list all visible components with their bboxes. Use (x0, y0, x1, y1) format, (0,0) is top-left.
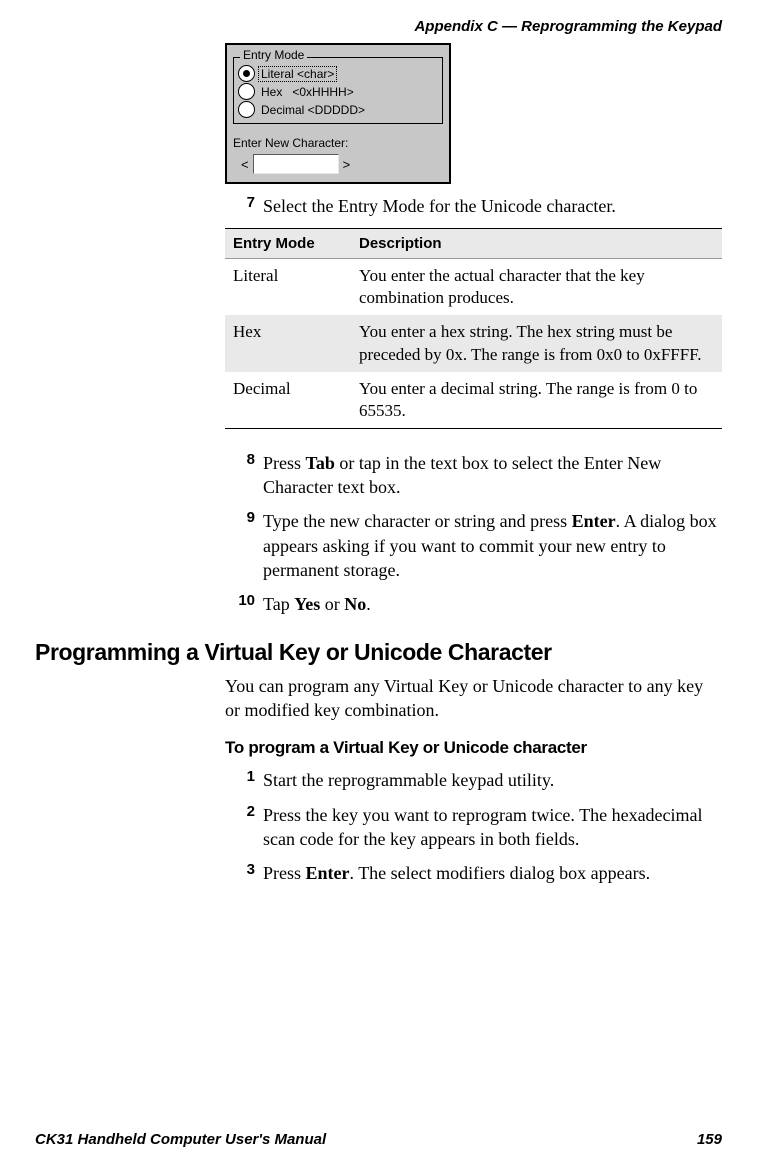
table-cell-mode: Hex (225, 315, 351, 371)
step-number: 3 (225, 861, 263, 885)
t: Press (263, 863, 306, 883)
table-cell-desc: You enter a hex string. The hex string m… (351, 315, 722, 371)
step-1: 1 Start the reprogrammable keypad utilit… (225, 768, 722, 792)
radio-literal-label: Literal <char> (259, 67, 336, 81)
step-text: Select the Entry Mode for the Unicode ch… (263, 194, 722, 218)
step-9: 9 Type the new character or string and p… (225, 509, 722, 582)
bold-yes: Yes (294, 594, 320, 614)
table-row: Decimal You enter a decimal string. The … (225, 372, 722, 429)
bold-no: No (344, 594, 366, 614)
bold-tab: Tab (306, 453, 335, 473)
char-input[interactable] (253, 154, 339, 174)
step-8: 8 Press Tab or tap in the text box to se… (225, 451, 722, 500)
t: Press (263, 453, 306, 473)
t: Type the new character or string and pre… (263, 511, 572, 531)
step-number: 9 (225, 509, 263, 582)
sub-heading: To program a Virtual Key or Unicode char… (225, 738, 722, 758)
footer-page-number: 159 (697, 1131, 722, 1148)
radio-literal-row[interactable]: Literal <char> (238, 65, 438, 82)
step-text: Tap Yes or No. (263, 592, 722, 616)
radio-hex-format: <0xHHHH> (292, 85, 353, 99)
step-text: Press the key you want to reprogram twic… (263, 803, 722, 852)
enter-new-label: Enter New Character: (233, 136, 443, 150)
step-text: Press Enter. The select modifiers dialog… (263, 861, 722, 885)
entry-mode-group: Entry Mode Literal <char> Hex <0xHHHH> D… (233, 57, 443, 124)
groupbox-legend: Entry Mode (240, 48, 307, 62)
radio-hex-row[interactable]: Hex <0xHHHH> (238, 83, 438, 100)
step-text: Press Tab or tap in the text box to sele… (263, 451, 722, 500)
radio-hex-label: Hex <0xHHHH> (259, 85, 356, 99)
t: Tap (263, 594, 294, 614)
page-footer: CK31 Handheld Computer User's Manual 159 (35, 1131, 722, 1148)
bold-enter: Enter (572, 511, 616, 531)
table-row: Literal You enter the actual character t… (225, 259, 722, 316)
step-number: 1 (225, 768, 263, 792)
step-text: Start the reprogrammable keypad utility. (263, 768, 722, 792)
table-cell-desc: You enter a decimal string. The range is… (351, 372, 722, 429)
lt-symbol: < (241, 157, 249, 172)
step-number: 10 (225, 592, 263, 616)
step-number: 2 (225, 803, 263, 852)
gt-symbol: > (343, 157, 351, 172)
radio-hex[interactable] (238, 83, 255, 100)
section-heading: Programming a Virtual Key or Unicode Cha… (35, 639, 722, 666)
radio-literal[interactable] (238, 65, 255, 82)
entry-mode-table: Entry Mode Description Literal You enter… (225, 228, 722, 429)
step-10: 10 Tap Yes or No. (225, 592, 722, 616)
t: . The select modifiers dialog box appear… (350, 863, 651, 883)
step-text: Type the new character or string and pre… (263, 509, 722, 582)
t: . (366, 594, 371, 614)
step-2: 2 Press the key you want to reprogram tw… (225, 803, 722, 852)
page-header: Appendix C — Reprogramming the Keypad (0, 0, 777, 35)
radio-hex-text: Hex (261, 85, 282, 99)
step-number: 7 (225, 194, 263, 218)
radio-decimal-label: Decimal <DDDDD> (259, 103, 367, 117)
t: or (320, 594, 344, 614)
section-body: You can program any Virtual Key or Unico… (225, 674, 722, 723)
table-cell-mode: Literal (225, 259, 351, 316)
table-cell-mode: Decimal (225, 372, 351, 429)
step-3: 3 Press Enter. The select modifiers dial… (225, 861, 722, 885)
radio-decimal[interactable] (238, 101, 255, 118)
entry-mode-dialog: Entry Mode Literal <char> Hex <0xHHHH> D… (225, 43, 451, 184)
step-7: 7 Select the Entry Mode for the Unicode … (225, 194, 722, 218)
step-number: 8 (225, 451, 263, 500)
table-header-desc: Description (351, 229, 722, 259)
bold-enter: Enter (306, 863, 350, 883)
table-cell-desc: You enter the actual character that the … (351, 259, 722, 316)
footer-left: CK31 Handheld Computer User's Manual (35, 1131, 326, 1148)
table-header-mode: Entry Mode (225, 229, 351, 259)
radio-decimal-row[interactable]: Decimal <DDDDD> (238, 101, 438, 118)
char-input-row: < > (233, 154, 443, 174)
table-row: Hex You enter a hex string. The hex stri… (225, 315, 722, 371)
